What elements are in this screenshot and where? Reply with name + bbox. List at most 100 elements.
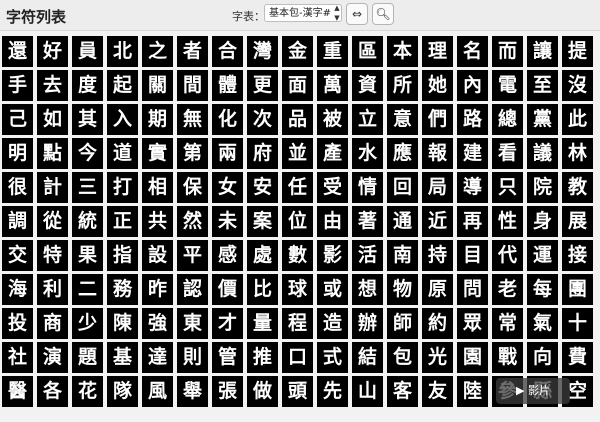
char-cell[interactable]: 位 — [282, 206, 313, 237]
char-cell[interactable]: 共 — [142, 206, 173, 237]
char-cell[interactable]: 區 — [352, 36, 383, 67]
char-cell[interactable]: 更 — [247, 70, 278, 101]
char-cell[interactable]: 並 — [282, 138, 313, 169]
char-cell[interactable]: 被 — [317, 104, 348, 135]
char-cell[interactable]: 程 — [282, 308, 313, 339]
char-cell[interactable]: 醫 — [2, 376, 33, 407]
char-cell[interactable]: 案 — [247, 206, 278, 237]
char-cell[interactable]: 師 — [387, 308, 418, 339]
char-cell[interactable]: 想 — [352, 274, 383, 305]
char-cell[interactable]: 式 — [317, 342, 348, 373]
char-cell[interactable]: 報 — [422, 138, 453, 169]
char-cell[interactable]: 氣 — [527, 308, 558, 339]
char-cell[interactable]: 商 — [37, 308, 68, 339]
char-cell[interactable]: 老 — [492, 274, 523, 305]
char-cell[interactable]: 至 — [527, 70, 558, 101]
char-cell[interactable]: 未 — [212, 206, 243, 237]
char-cell[interactable]: 特 — [37, 240, 68, 271]
char-cell[interactable]: 團 — [562, 274, 593, 305]
char-cell[interactable]: 所 — [387, 70, 418, 101]
char-cell[interactable]: 認 — [177, 274, 208, 305]
char-cell[interactable]: 問 — [457, 274, 488, 305]
char-cell[interactable]: 口 — [282, 342, 313, 373]
char-cell[interactable]: 還 — [2, 36, 33, 67]
char-cell[interactable]: 女 — [212, 172, 243, 203]
char-cell[interactable]: 量 — [247, 308, 278, 339]
char-cell[interactable]: 名 — [457, 36, 488, 67]
char-cell[interactable]: 回 — [387, 172, 418, 203]
charset-select[interactable]: 基本包-漢字# — [264, 4, 342, 22]
char-cell[interactable]: 如 — [37, 104, 68, 135]
char-cell[interactable]: 教 — [562, 172, 593, 203]
char-cell[interactable]: 第 — [177, 138, 208, 169]
char-cell[interactable]: 應 — [387, 138, 418, 169]
char-cell[interactable]: 員 — [72, 36, 103, 67]
char-cell[interactable]: 安 — [247, 172, 278, 203]
char-cell[interactable]: 從 — [37, 206, 68, 237]
char-cell[interactable]: 期 — [142, 104, 173, 135]
char-cell[interactable]: 陸 — [457, 376, 488, 407]
char-cell[interactable]: 度 — [72, 70, 103, 101]
char-cell[interactable]: 感 — [212, 240, 243, 271]
char-cell[interactable]: 面 — [282, 70, 313, 101]
char-cell[interactable]: 金 — [282, 36, 313, 67]
char-cell[interactable]: 先 — [317, 376, 348, 407]
char-cell[interactable]: 林 — [562, 138, 593, 169]
char-cell[interactable]: 約 — [422, 308, 453, 339]
char-cell[interactable]: 少 — [72, 308, 103, 339]
char-cell[interactable]: 平 — [177, 240, 208, 271]
char-cell[interactable]: 然 — [177, 206, 208, 237]
char-cell[interactable]: 各 — [37, 376, 68, 407]
char-cell[interactable]: 演 — [37, 342, 68, 373]
char-cell[interactable]: 今 — [72, 138, 103, 169]
char-cell[interactable]: 打 — [107, 172, 138, 203]
char-cell[interactable]: 化 — [212, 104, 243, 135]
char-cell[interactable]: 提 — [562, 36, 593, 67]
char-cell[interactable]: 其 — [72, 104, 103, 135]
char-cell[interactable]: 本 — [387, 36, 418, 67]
char-cell[interactable]: 三 — [72, 172, 103, 203]
char-cell[interactable]: 設 — [142, 240, 173, 271]
char-cell[interactable]: 才 — [212, 308, 243, 339]
char-cell[interactable]: 眾 — [457, 308, 488, 339]
char-cell[interactable]: 實 — [142, 138, 173, 169]
char-cell[interactable]: 東 — [177, 308, 208, 339]
char-cell[interactable]: 處 — [247, 240, 278, 271]
char-cell[interactable]: 品 — [282, 104, 313, 135]
char-cell[interactable]: 光 — [422, 342, 453, 373]
char-cell[interactable]: 性 — [492, 206, 523, 237]
char-cell[interactable]: 陳 — [107, 308, 138, 339]
char-cell[interactable]: 每 — [527, 274, 558, 305]
char-cell[interactable]: 計 — [37, 172, 68, 203]
char-cell[interactable]: 很 — [2, 172, 33, 203]
char-cell[interactable]: 關 — [142, 70, 173, 101]
char-cell[interactable]: 利 — [37, 274, 68, 305]
char-cell[interactable]: 保 — [177, 172, 208, 203]
char-cell[interactable]: 舉 — [177, 376, 208, 407]
char-cell[interactable]: 物 — [387, 274, 418, 305]
char-cell[interactable]: 強 — [142, 308, 173, 339]
char-cell[interactable]: 水 — [352, 138, 383, 169]
char-cell[interactable]: 園 — [457, 342, 488, 373]
char-cell[interactable]: 交 — [2, 240, 33, 271]
char-cell[interactable]: 戰 — [492, 342, 523, 373]
char-cell[interactable]: 產 — [317, 138, 348, 169]
char-cell[interactable]: 展 — [562, 206, 593, 237]
char-cell[interactable]: 接 — [562, 240, 593, 271]
char-cell[interactable]: 著 — [352, 206, 383, 237]
char-cell[interactable]: 入 — [107, 104, 138, 135]
char-cell[interactable]: 明 — [2, 138, 33, 169]
char-cell[interactable]: 好 — [37, 36, 68, 67]
char-cell[interactable]: 辦 — [352, 308, 383, 339]
char-cell[interactable]: 黨 — [527, 104, 558, 135]
char-cell[interactable]: 北 — [107, 36, 138, 67]
char-cell[interactable]: 活 — [352, 240, 383, 271]
char-cell[interactable]: 合 — [212, 36, 243, 67]
char-cell[interactable]: 而 — [492, 36, 523, 67]
char-cell[interactable]: 之 — [142, 36, 173, 67]
char-cell[interactable]: 比 — [247, 274, 278, 305]
char-cell[interactable]: 二 — [72, 274, 103, 305]
char-cell[interactable]: 風 — [142, 376, 173, 407]
char-cell[interactable]: 向 — [527, 342, 558, 373]
char-cell[interactable]: 達 — [142, 342, 173, 373]
